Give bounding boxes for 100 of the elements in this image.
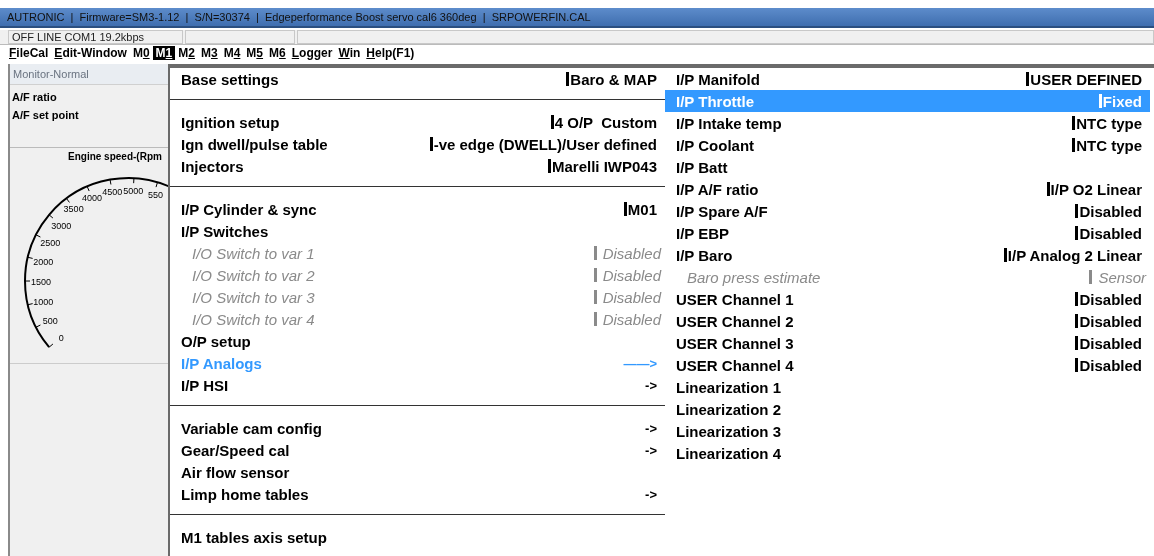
menu-entry[interactable]: Gear/Speed cal -> (170, 439, 665, 461)
gauge-tick-label: 2000 (33, 256, 54, 267)
menu-entry[interactable]: USER Channel 3 Disabled (665, 332, 1150, 354)
menu-entry[interactable]: Ign dwell/pulse table -ve edge (DWELL)/User defined (170, 133, 665, 155)
menu-item[interactable]: M4 (220, 46, 244, 60)
entry-value: NTC type (1076, 114, 1142, 132)
menu-entry[interactable]: Ignition setup 4 O/P Custom (170, 111, 665, 133)
gauge-tick-label: 500 (42, 316, 58, 327)
menu-entry[interactable]: I/P Spare A/F Disabled (665, 200, 1150, 222)
gauge-tick-label: 1000 (33, 297, 54, 308)
submenu-arrow: -> (645, 486, 657, 502)
value-marker (547, 159, 551, 173)
value-marker (1046, 182, 1050, 196)
entry-value: Disabled (1079, 202, 1142, 220)
submenu-arrow: ——> (623, 355, 657, 371)
menu-item[interactable]: Edit-Window (51, 46, 130, 60)
menu-entry[interactable]: I/P Batt (665, 156, 1150, 178)
menu-entry[interactable]: USER Channel 2 Disabled (665, 310, 1150, 332)
value-marker (1075, 226, 1079, 240)
value-marker (429, 137, 433, 151)
window-title: AUTRONIC | Firmware=SM3-1.12 | S/N=30374 | Edgeperformance Boost servo cal6 360deg | SRPOWERFIN.CAL (7, 11, 591, 23)
entry-value: Marelli IWP043 (551, 157, 657, 175)
menu-entry[interactable]: Linearization 3 (665, 420, 1150, 442)
menu-item[interactable]: Logger (288, 46, 336, 60)
menu-item[interactable]: Help(F1) (363, 46, 418, 60)
value-marker (1075, 336, 1079, 350)
entry-value: Disabled (1079, 224, 1142, 242)
value-marker (1072, 116, 1076, 130)
entry-value: Disabled (1079, 290, 1142, 308)
value-marker (593, 312, 597, 326)
menu-item[interactable]: M0 (129, 46, 153, 60)
entry-value: NTC type (1076, 136, 1142, 154)
menu-entry[interactable]: I/P HSI -> (170, 374, 665, 396)
menu-entry[interactable]: I/P Manifold USER DEFINED (665, 68, 1150, 90)
readout-label: A/F set point (12, 108, 80, 123)
menu-entry[interactable]: Linearization 1 (665, 376, 1150, 398)
entry-value: Disabled (602, 266, 661, 284)
panel-title: Monitor-Normal (10, 64, 168, 85)
menu-item[interactable]: M3 (198, 46, 221, 60)
menu-entry[interactable]: Air flow sensor (170, 461, 665, 483)
menu-entry[interactable]: USER Channel 1 Disabled (665, 288, 1150, 310)
submenu-arrow: -> (645, 420, 657, 436)
entry-value: Disabled (1079, 334, 1142, 352)
gauge-tick-label: 2500 (40, 238, 61, 248)
entry-value: I/P Analog 2 Linear (1007, 246, 1142, 264)
entry-value: Disabled (602, 310, 661, 328)
menu-entry[interactable]: Linearization 4 (665, 442, 1150, 464)
gauge-tick-label: 4000 (81, 193, 102, 204)
value-marker (1098, 94, 1102, 108)
entry-value: Sensor (1098, 268, 1146, 286)
menu-entry[interactable]: Linearization 2 (665, 398, 1150, 420)
value-marker (1075, 292, 1079, 306)
value-marker (1089, 270, 1093, 284)
value-marker (1075, 358, 1079, 372)
entry-value: I/P O2 Linear (1050, 180, 1142, 198)
menu-entry[interactable]: M1 tables axis setup (170, 526, 665, 548)
menu-entry[interactable]: I/P Cylinder & sync M01 (170, 198, 665, 220)
value-marker (1075, 314, 1079, 328)
gauge-tick-label: 3500 (63, 204, 84, 215)
menu-item[interactable]: Win (335, 46, 364, 60)
menu-entry[interactable]: I/P EBP Disabled (665, 222, 1150, 244)
menu-entry[interactable]: I/P A/F ratio I/P O2 Linear (665, 178, 1150, 200)
entry-value: 4 O/P Custom (554, 113, 657, 131)
menu-item[interactable]: M6 (266, 46, 289, 60)
submenu-arrow: -> (645, 377, 657, 393)
menu-entry[interactable]: Limp home tables -> (170, 483, 665, 505)
menu-entry[interactable]: O/P setup (170, 330, 665, 352)
gauge-title: Engine speed-(Rpm (68, 151, 162, 162)
gauge-tick-label: 4500 (102, 187, 123, 198)
value-marker (1003, 248, 1007, 262)
readout-label: A/F ratio (12, 90, 58, 105)
entry-value: Disabled (602, 244, 661, 262)
menu-item[interactable]: M2 (175, 46, 198, 60)
value-marker (1072, 138, 1076, 152)
menu-entry[interactable]: USER Channel 4 Disabled (665, 354, 1150, 376)
entry-value: Disabled (1079, 356, 1142, 374)
entry-value: M01 (627, 200, 657, 218)
menu-entry[interactable]: I/P Intake temp NTC type (665, 112, 1150, 134)
menu-entry[interactable]: Base settings Baro & MAP (170, 68, 665, 90)
value-marker (593, 290, 597, 304)
entry-value: Fixed (1102, 92, 1142, 110)
value-marker (593, 246, 597, 260)
value-marker (566, 72, 570, 86)
value-marker (1075, 204, 1079, 218)
value-marker (1026, 72, 1030, 86)
menu-item[interactable]: FileCal (6, 46, 52, 60)
menu-item[interactable]: M1 (152, 46, 176, 60)
entry-value: Baro & MAP (570, 70, 657, 88)
entry-value: -ve edge (DWELL)/User defined (433, 135, 657, 153)
menu-entry[interactable]: I/P Switches (170, 220, 665, 242)
entry-value: Disabled (1079, 312, 1142, 330)
connection-status: OFF LINE COM1 19.2kbps (8, 30, 183, 44)
gauge-tick-label: 3000 (51, 221, 72, 232)
menu-entry[interactable]: Variable cam config -> (170, 417, 665, 439)
entry-value: Disabled (602, 288, 661, 306)
value-marker (593, 268, 597, 282)
menu-entry[interactable]: I/P Coolant NTC type (665, 134, 1150, 156)
menu-entry[interactable]: Injectors Marelli IWP043 (170, 155, 665, 177)
menu-item[interactable]: M5 (243, 46, 267, 60)
menu-entry[interactable]: I/P Baro I/P Analog 2 Linear (665, 244, 1150, 266)
